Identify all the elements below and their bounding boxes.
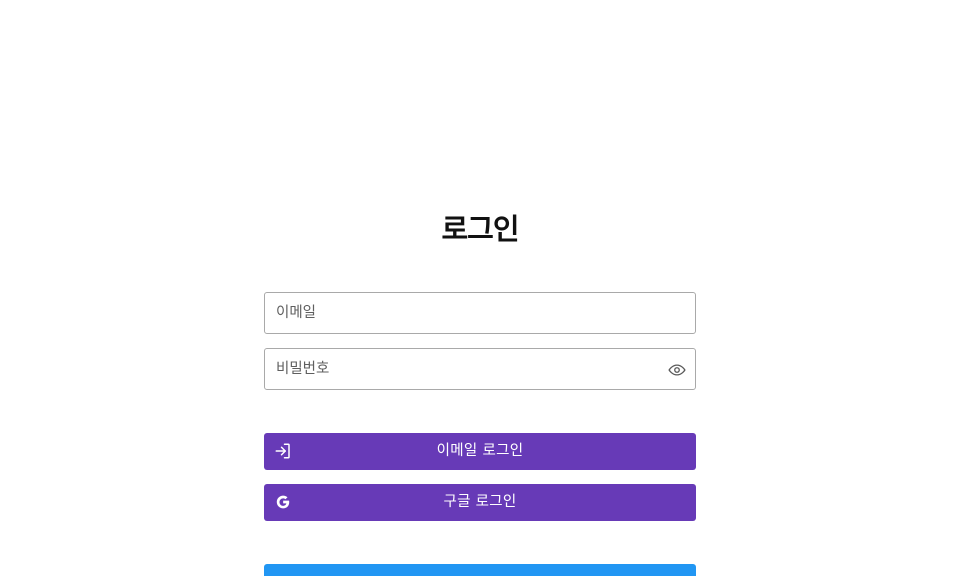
email-login-button[interactable]: 이메일 로그인 bbox=[264, 433, 696, 470]
google-login-button[interactable]: 구글 로그인 bbox=[264, 484, 696, 521]
signup-button[interactable] bbox=[264, 564, 696, 576]
eye-icon[interactable] bbox=[668, 361, 686, 379]
google-login-label: 구글 로그인 bbox=[443, 494, 517, 510]
email-input[interactable] bbox=[265, 293, 695, 333]
login-page: 로그인 이메일 로그인 구글 로그인 bbox=[0, 0, 960, 576]
email-login-label: 이메일 로그인 bbox=[436, 443, 524, 459]
email-field[interactable] bbox=[264, 292, 696, 334]
password-input[interactable] bbox=[265, 349, 695, 389]
page-title: 로그인 bbox=[441, 212, 519, 246]
password-field[interactable] bbox=[264, 348, 696, 390]
